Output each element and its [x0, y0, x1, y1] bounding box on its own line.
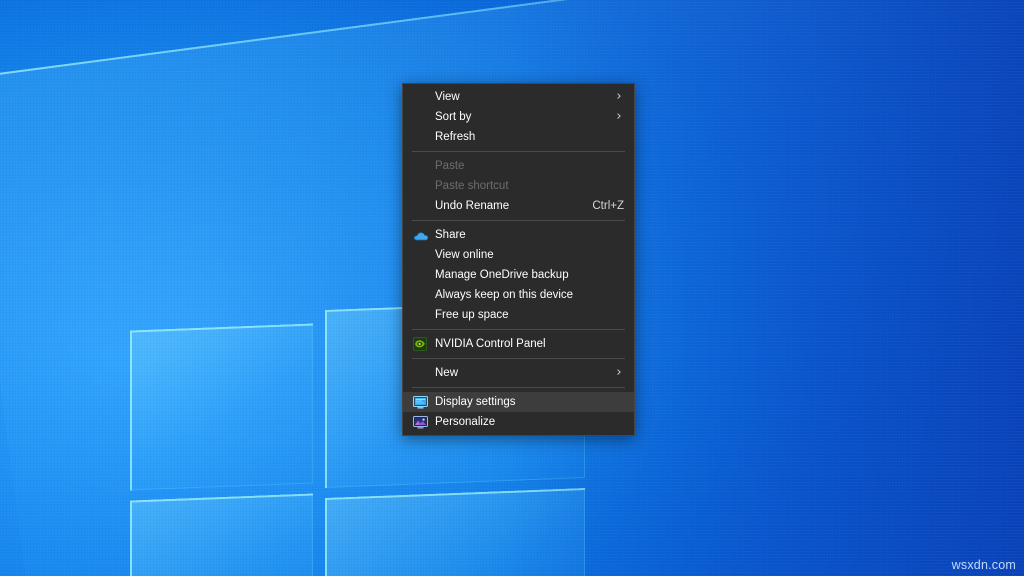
menu-item-label: NVIDIA Control Panel	[435, 338, 546, 350]
menu-item-label: Paste	[435, 160, 465, 172]
menu-item-label: View online	[435, 249, 494, 261]
menu-separator	[412, 151, 625, 152]
menu-separator	[412, 220, 625, 221]
menu-separator	[412, 387, 625, 388]
menu-item-view[interactable]: View ›	[403, 87, 634, 107]
menu-item-view-online[interactable]: View online	[403, 245, 634, 265]
menu-item-undo-rename[interactable]: Undo Rename Ctrl+Z	[403, 196, 634, 216]
menu-separator	[412, 358, 625, 359]
desktop-context-menu[interactable]: View › Sort by › Refresh Paste Paste shortcut U…	[402, 83, 635, 436]
menu-item-display-settings[interactable]: Display settings	[403, 392, 634, 412]
menu-item-nvidia-control-panel[interactable]: NVIDIA Control Panel	[403, 334, 634, 354]
menu-item-personalize[interactable]: Personalize	[403, 412, 634, 432]
site-watermark: wsxdn.com	[951, 558, 1016, 572]
menu-item-label: Undo Rename	[435, 200, 510, 212]
menu-item-label: Paste shortcut	[435, 180, 509, 192]
menu-item-paste-shortcut: Paste shortcut	[403, 176, 634, 196]
menu-item-sort-by[interactable]: Sort by ›	[403, 107, 634, 127]
menu-item-icon-placeholder	[409, 127, 431, 147]
menu-item-label: Sort by	[435, 111, 472, 123]
desktop[interactable]: View › Sort by › Refresh Paste Paste shortcut U…	[0, 0, 1024, 576]
menu-item-refresh[interactable]: Refresh	[403, 127, 634, 147]
menu-item-icon-placeholder	[409, 176, 431, 196]
menu-item-label: Refresh	[435, 131, 476, 143]
menu-item-icon-placeholder	[409, 107, 431, 127]
nvidia-icon	[409, 334, 431, 354]
chevron-right-icon: ›	[616, 365, 622, 380]
menu-item-label: Display settings	[435, 396, 516, 408]
menu-item-label: Manage OneDrive backup	[435, 269, 569, 281]
display-monitor-icon	[409, 392, 431, 412]
chevron-right-icon: ›	[616, 89, 622, 104]
menu-item-share[interactable]: Share	[403, 225, 634, 245]
menu-item-icon-placeholder	[409, 363, 431, 383]
menu-item-icon-placeholder	[409, 305, 431, 325]
menu-item-icon-placeholder	[409, 285, 431, 305]
menu-item-icon-placeholder	[409, 245, 431, 265]
chevron-right-icon: ›	[616, 109, 622, 124]
menu-item-label: Always keep on this device	[435, 289, 574, 301]
menu-item-shortcut: Ctrl+Z	[592, 200, 624, 212]
menu-item-free-up-space[interactable]: Free up space	[403, 305, 634, 325]
menu-item-new[interactable]: New ›	[403, 363, 634, 383]
personalize-icon	[409, 412, 431, 432]
menu-item-icon-placeholder	[409, 156, 431, 176]
onedrive-cloud-icon	[409, 225, 431, 245]
menu-item-label: Share	[435, 229, 466, 241]
menu-separator	[412, 329, 625, 330]
menu-item-icon-placeholder	[409, 87, 431, 107]
menu-item-icon-placeholder	[409, 196, 431, 216]
menu-item-always-keep[interactable]: Always keep on this device	[403, 285, 634, 305]
menu-item-label: New	[435, 367, 459, 379]
menu-item-paste: Paste	[403, 156, 634, 176]
menu-item-icon-placeholder	[409, 265, 431, 285]
menu-item-label: Free up space	[435, 309, 509, 321]
menu-item-label: Personalize	[435, 416, 496, 428]
menu-item-label: View	[435, 91, 460, 103]
menu-item-manage-onedrive[interactable]: Manage OneDrive backup	[403, 265, 634, 285]
